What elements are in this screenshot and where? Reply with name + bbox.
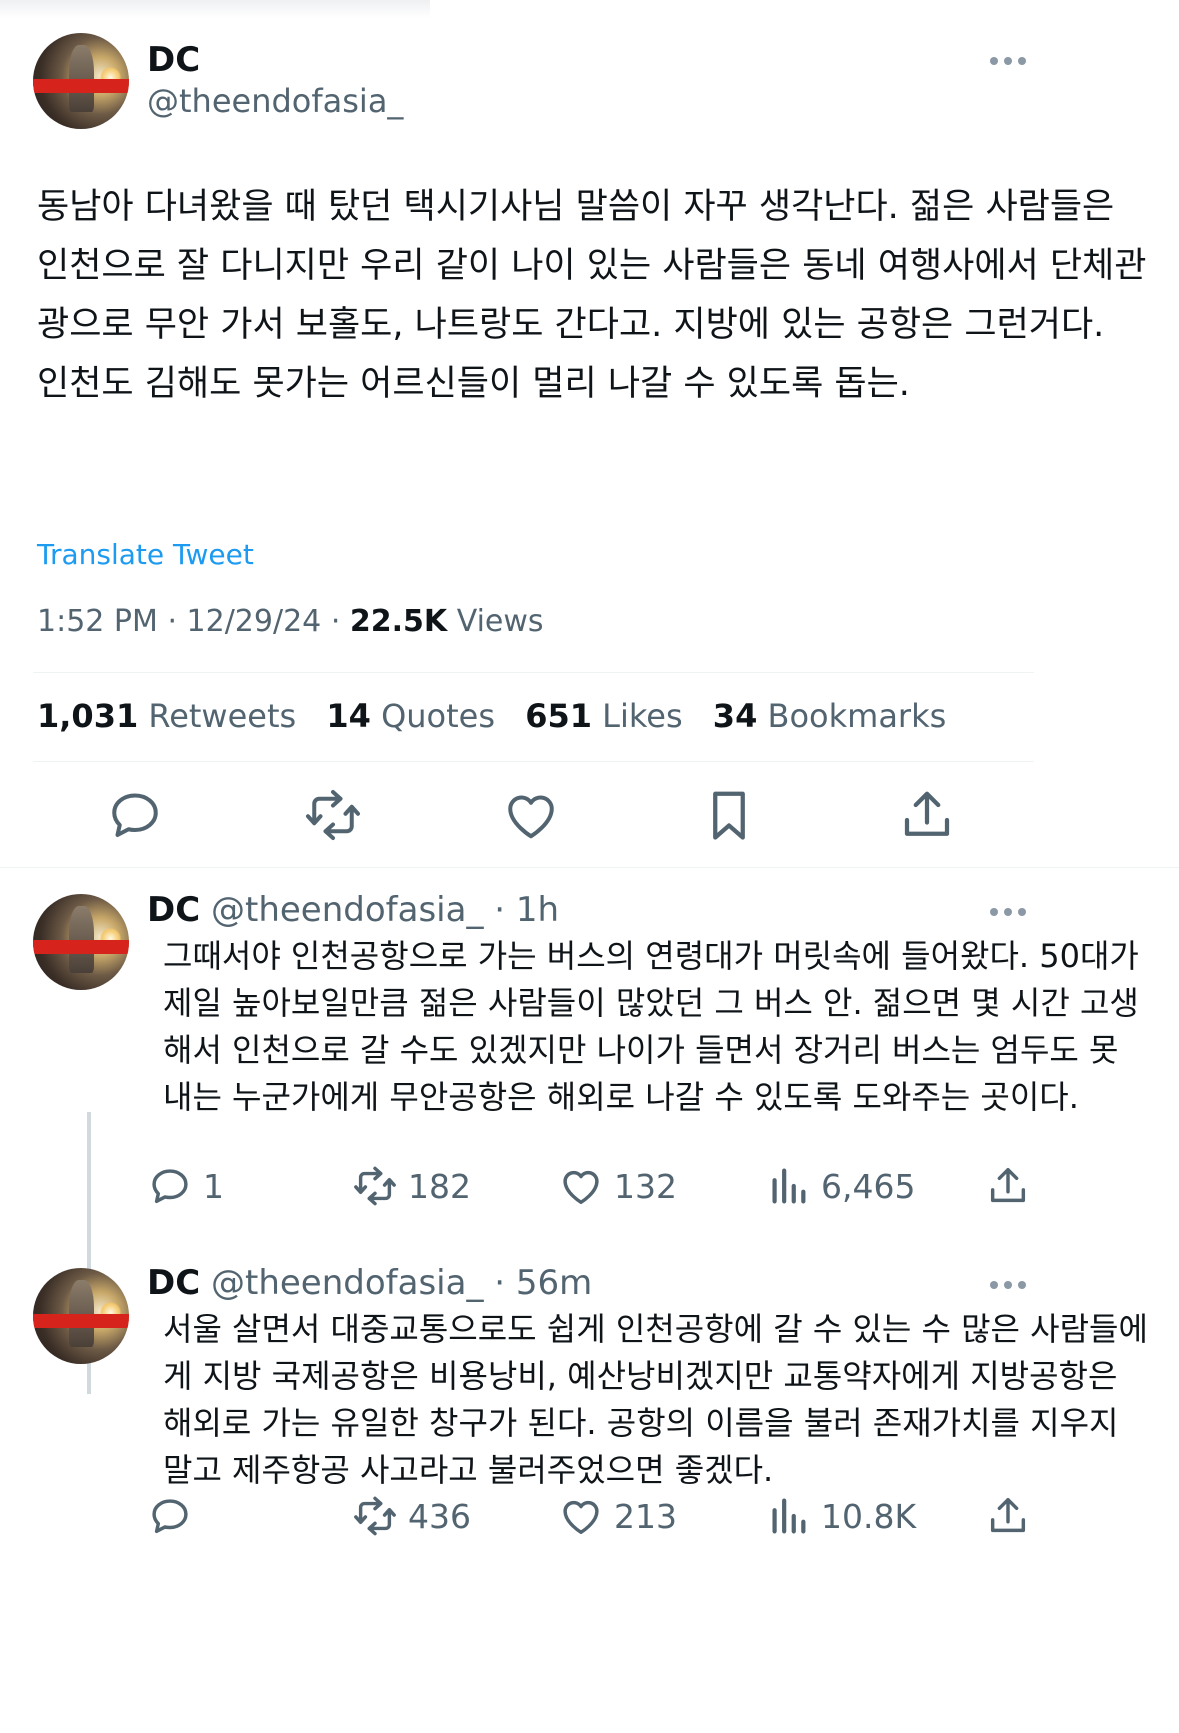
tweet-time: 1:52 PM [37, 604, 158, 639]
views-action[interactable]: 10.8K [765, 1493, 916, 1539]
reply-button[interactable] [103, 783, 167, 847]
retweet-action[interactable]: 436 [352, 1493, 471, 1539]
reply-text: 서울 살면서 대중교통으로도 쉽게 인천공항에 갈 수 있는 수 많은 사람들에… [163, 1310, 1148, 1489]
bar-chart-icon [772, 1498, 806, 1534]
like-action[interactable]: 132 [558, 1163, 677, 1209]
share-button[interactable] [895, 783, 959, 847]
more-dots-icon[interactable] [990, 908, 1026, 916]
reply-count: 1 [203, 1166, 224, 1206]
likes-count: 651 [525, 697, 592, 735]
share-upload-icon [990, 1167, 1026, 1203]
likes-label: Likes [602, 697, 683, 735]
tweet-text: 동남아 다녀왔을 때 탔던 택시기사님 말씀이 자꾸 생각난다. 젊은 사람들은… [37, 187, 1147, 404]
views-action[interactable]: 6,465 [765, 1163, 915, 1209]
views-count: 10.8K [821, 1496, 917, 1536]
tweet-date: 12/29/24 [186, 604, 322, 639]
more-dots-icon[interactable] [990, 1281, 1026, 1289]
avatar[interactable] [33, 894, 129, 990]
reply-time[interactable]: · 56m [494, 1263, 592, 1303]
author-handle[interactable]: @theendofasia_ [211, 1263, 483, 1303]
share-upload-icon [990, 1497, 1026, 1533]
status-bar-remnant [0, 0, 430, 18]
share-upload-icon [904, 791, 950, 836]
share-action[interactable] [985, 1163, 1031, 1209]
avatar[interactable] [33, 33, 129, 129]
reply-header: DC @theendofasia_ · 1h [147, 890, 559, 930]
like-count: 213 [614, 1496, 677, 1536]
speech-bubble-icon [152, 1169, 188, 1204]
author-name[interactable]: DC [147, 40, 200, 80]
divider [33, 761, 1034, 762]
bookmarks-label: Bookmarks [767, 697, 947, 735]
retweet-count: 182 [408, 1166, 471, 1206]
translate-tweet-link[interactable]: Translate Tweet [37, 538, 254, 571]
divider [0, 867, 1179, 868]
author-name[interactable]: DC [147, 1263, 200, 1303]
divider [33, 672, 1034, 673]
author-name[interactable]: DC [147, 890, 200, 930]
bookmark-button[interactable] [697, 783, 761, 847]
tweet-meta: 1:52 PM · 12/29/24 · 22.5K Views [37, 604, 544, 639]
speech-bubble-icon [112, 793, 158, 837]
views-label: Views [456, 604, 544, 639]
retweets-count: 1,031 [37, 697, 139, 735]
reply-action[interactable]: 1 [147, 1163, 224, 1209]
reply-time[interactable]: · 1h [494, 890, 559, 930]
retweet-arrows-icon [354, 1166, 396, 1206]
like-button[interactable] [499, 783, 563, 847]
author-handle[interactable]: @theendofasia_ [147, 82, 403, 120]
retweet-arrows-icon [354, 1496, 396, 1536]
retweets-stat[interactable]: 1,031 Retweets [37, 697, 296, 735]
retweets-label: Retweets [148, 697, 297, 735]
like-action[interactable]: 213 [558, 1493, 677, 1539]
retweet-button[interactable] [301, 783, 365, 847]
reply-header: DC @theendofasia_ · 56m [147, 1263, 592, 1303]
quotes-stat[interactable]: 14 Quotes [326, 697, 495, 735]
bar-chart-icon [772, 1168, 806, 1204]
heart-icon [508, 795, 554, 839]
retweet-count: 436 [408, 1496, 471, 1536]
speech-bubble-icon [152, 1499, 188, 1534]
likes-stat[interactable]: 651 Likes [525, 697, 682, 735]
views-count: 6,465 [821, 1166, 916, 1206]
reply-text: 그때서야 인천공항으로 가는 버스의 연령대가 머릿속에 들어왔다. 50대가 … [163, 937, 1139, 1116]
quotes-label: Quotes [381, 697, 496, 735]
share-action[interactable] [985, 1493, 1031, 1539]
heart-icon [563, 1170, 599, 1205]
bookmarks-stat[interactable]: 34 Bookmarks [713, 697, 946, 735]
avatar[interactable] [33, 1268, 129, 1364]
more-dots-icon[interactable] [990, 57, 1026, 65]
retweet-action[interactable]: 182 [352, 1163, 471, 1209]
reply-action[interactable] [147, 1493, 203, 1539]
bookmarks-count: 34 [712, 697, 758, 735]
quotes-count: 14 [326, 697, 371, 735]
bookmark-icon [713, 791, 745, 840]
like-count: 132 [614, 1166, 677, 1206]
views-count: 22.5K [349, 604, 448, 639]
author-handle[interactable]: @theendofasia_ [211, 890, 483, 930]
heart-icon [563, 1500, 599, 1535]
engagement-stats: 1,031 Retweets 14 Quotes 651 Likes 34 Bo… [37, 697, 946, 735]
retweet-arrows-icon [306, 790, 360, 840]
